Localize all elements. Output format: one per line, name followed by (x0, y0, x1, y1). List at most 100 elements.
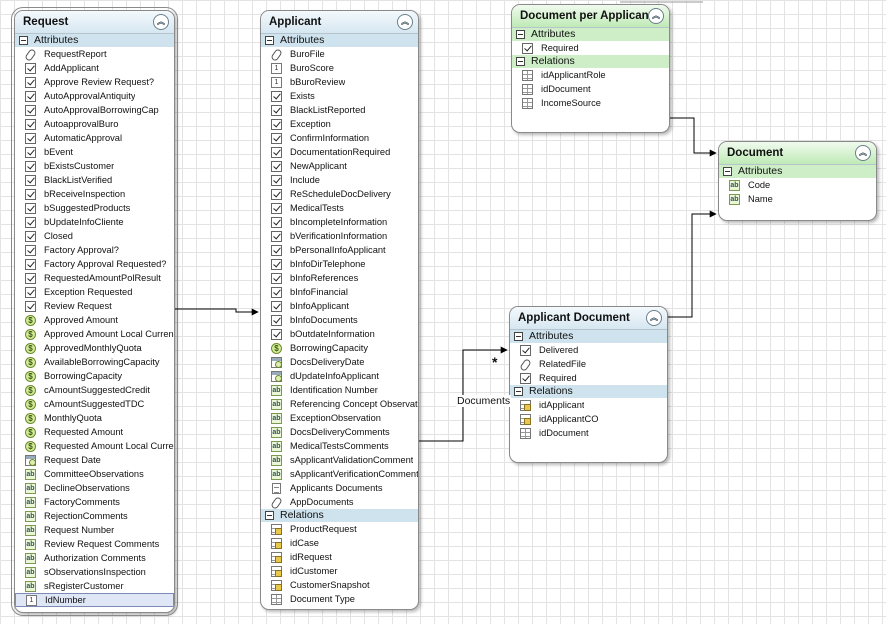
attribute-row[interactable]: ab DeclineObservations (15, 481, 174, 495)
connector-document-per-applicant-to-document[interactable] (670, 117, 717, 157)
attribute-row[interactable]: Request Date (15, 453, 174, 467)
attribute-row[interactable]: AutoApprovalAntiquity (15, 89, 174, 103)
attribute-row[interactable]: BlackListVerified (15, 173, 174, 187)
attribute-row[interactable]: Delivered (510, 343, 667, 357)
attribute-row[interactable]: BlackListReported (261, 103, 418, 117)
attribute-row[interactable]: ab Referencing Concept Observations (261, 397, 418, 411)
collapse-section-icon[interactable] (19, 36, 28, 45)
attribute-row[interactable]: bInfoFinancial (261, 285, 418, 299)
attribute-row[interactable]: Include (261, 173, 418, 187)
attribute-row[interactable]: bEvent (15, 145, 174, 159)
attribute-row[interactable]: Closed (15, 229, 174, 243)
attribute-row[interactable]: $ ApprovedMonthlyQuota (15, 341, 174, 355)
entity-header[interactable]: Document per Applicant ︽ (512, 5, 669, 28)
attribute-row[interactable]: Required (510, 371, 667, 385)
entity-header[interactable]: Applicant ︽ (261, 11, 418, 34)
connector-request-to-applicant[interactable] (175, 308, 259, 316)
attribute-row[interactable]: AppDocuments (261, 495, 418, 509)
attribute-row[interactable]: ab Identification Number (261, 383, 418, 397)
attributes-section-header[interactable]: Attributes (510, 330, 667, 343)
attribute-row[interactable]: bInfoReferences (261, 271, 418, 285)
relations-section-header[interactable]: Relations (261, 509, 418, 522)
entity-applicant-document[interactable]: Applicant Document ︽ Attributes Delivere… (509, 306, 668, 463)
attribute-row[interactable]: bInfoDirTelephone (261, 257, 418, 271)
attribute-row[interactable]: AutoApprovalBorrowingCap (15, 103, 174, 117)
relation-row[interactable]: Document Type (261, 592, 418, 606)
entity-document-per-applicant[interactable]: Document per Applicant ︽ Attributes Requ… (511, 4, 670, 133)
attribute-row[interactable]: bVerificationInformation (261, 229, 418, 243)
attribute-row[interactable]: ab sRegisterCustomer (15, 579, 174, 593)
attribute-row[interactable]: $ AvailableBorrowingCapacity (15, 355, 174, 369)
attribute-row[interactable]: 1 IdNumber (15, 593, 174, 607)
entity-header[interactable]: Request ︽ (15, 11, 174, 34)
attribute-row[interactable]: ab CommitteeObservations (15, 467, 174, 481)
attribute-row[interactable]: Approve Review Request? (15, 75, 174, 89)
collapse-section-icon[interactable] (265, 36, 274, 45)
attribute-row[interactable]: MedicalTests (261, 201, 418, 215)
attribute-row[interactable]: ab sObservationsInspection (15, 565, 174, 579)
relation-row[interactable]: idApplicant (510, 398, 667, 412)
entity-applicant[interactable]: Applicant ︽ Attributes BuroFile 1 BuroScor… (260, 10, 419, 610)
attribute-row[interactable]: $ Requested Amount (15, 425, 174, 439)
attribute-row[interactable]: bUpdateInfoCliente (15, 215, 174, 229)
attribute-row[interactable]: $ cAmountSuggestedCredit (15, 383, 174, 397)
attribute-row[interactable]: bSuggestedProducts (15, 201, 174, 215)
attribute-row[interactable]: Exception (261, 117, 418, 131)
relation-row[interactable]: idRequest (261, 550, 418, 564)
collapse-icon[interactable]: ︽ (153, 14, 169, 30)
connector-applicant-document-to-document[interactable] (668, 210, 717, 318)
attribute-row[interactable]: ab MedicalTestsComments (261, 439, 418, 453)
relation-row[interactable]: CustomerSnapshot (261, 578, 418, 592)
attribute-row[interactable]: 1 BuroScore (261, 61, 418, 75)
diagram-canvas[interactable]: Request ︽ Attributes RequestReport AddApp… (0, 0, 886, 624)
attribute-row[interactable]: ConfirmInformation (261, 131, 418, 145)
attribute-row[interactable]: bOutdateInformation (261, 327, 418, 341)
attribute-row[interactable]: ab ExceptionObservation (261, 411, 418, 425)
attribute-row[interactable]: Review Request (15, 299, 174, 313)
attribute-row[interactable]: $ BorrowingCapacity (15, 369, 174, 383)
relation-row[interactable]: idCase (261, 536, 418, 550)
attribute-row[interactable]: bPersonalInfoApplicant (261, 243, 418, 257)
attribute-row[interactable]: bExistsCustomer (15, 159, 174, 173)
entity-request[interactable]: Request ︽ Attributes RequestReport AddApp… (11, 7, 178, 616)
attribute-row[interactable]: AutomaticApproval (15, 131, 174, 145)
collapse-section-icon[interactable] (516, 57, 525, 66)
collapse-icon[interactable]: ︽ (648, 8, 664, 24)
attribute-row[interactable]: bInfoDocuments (261, 313, 418, 327)
attribute-row[interactable]: Factory Approval Requested? (15, 257, 174, 271)
attribute-row[interactable]: $ BorrowingCapacity (261, 341, 418, 355)
attribute-row[interactable]: ab Code (719, 178, 876, 192)
attribute-row[interactable]: RequestedAmountPolResult (15, 271, 174, 285)
attribute-row[interactable]: ReScheduleDocDelivery (261, 187, 418, 201)
collapse-section-icon[interactable] (514, 387, 523, 396)
relation-row[interactable]: idCustomer (261, 564, 418, 578)
attribute-row[interactable]: $ Approved Amount (15, 313, 174, 327)
attribute-row[interactable]: Exception Requested (15, 285, 174, 299)
relations-section-header[interactable]: Relations (512, 55, 669, 68)
attribute-row[interactable]: dUpdateInfoApplicant (261, 369, 418, 383)
attributes-section-header[interactable]: Attributes (15, 34, 174, 47)
attribute-row[interactable]: ab DocsDeliveryComments (261, 425, 418, 439)
entity-header[interactable]: Document ︽ (719, 142, 876, 165)
relation-row[interactable]: idDocument (512, 82, 669, 96)
attribute-row[interactable]: bReceiveInspection (15, 187, 174, 201)
attribute-row[interactable]: $ Approved Amount Local Currency (15, 327, 174, 341)
connector-label[interactable]: Documents (456, 395, 512, 407)
collapse-section-icon[interactable] (265, 511, 274, 520)
attribute-row[interactable]: AutoapprovalBuro (15, 117, 174, 131)
attribute-row[interactable]: ab FactoryComments (15, 495, 174, 509)
relation-row[interactable]: idApplicantCO (510, 412, 667, 426)
attributes-section-header[interactable]: Attributes (512, 28, 669, 41)
attribute-row[interactable]: DocumentationRequired (261, 145, 418, 159)
attributes-section-header[interactable]: Attributes (261, 34, 418, 47)
collapse-section-icon[interactable] (514, 332, 523, 341)
attribute-row[interactable]: RequestReport (15, 47, 174, 61)
collapse-section-icon[interactable] (516, 30, 525, 39)
collapse-section-icon[interactable] (723, 167, 732, 176)
attribute-row[interactable]: Required (512, 41, 669, 55)
attribute-row[interactable]: AddApplicant (15, 61, 174, 75)
attribute-row[interactable]: ab Review Request Comments (15, 537, 174, 551)
attribute-row[interactable]: Applicants Documents (261, 481, 418, 495)
attribute-row[interactable]: bIncompleteInformation (261, 215, 418, 229)
attribute-row[interactable]: 1 bBuroReview (261, 75, 418, 89)
